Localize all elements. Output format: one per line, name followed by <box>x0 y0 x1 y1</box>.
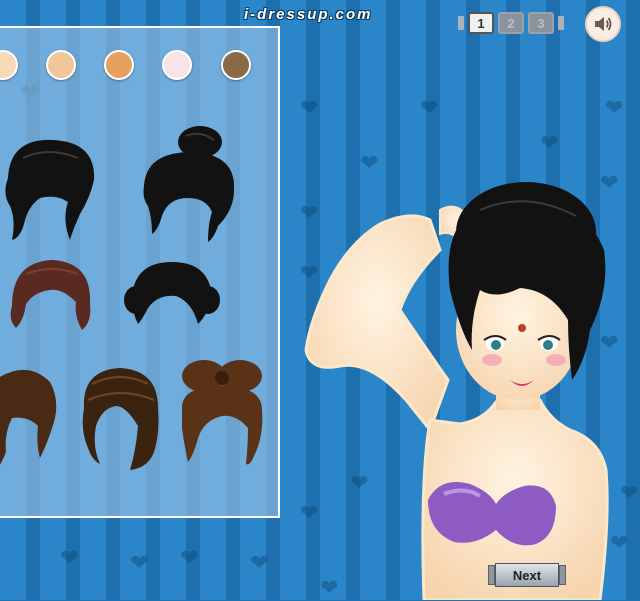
step-2[interactable]: 2 <box>498 12 524 34</box>
step-1[interactable]: 1 <box>468 12 494 34</box>
next-button-left-cap <box>488 565 495 585</box>
site-logo: i-dressup.com <box>244 6 373 23</box>
step-bar-left-cap <box>458 16 464 30</box>
skin-tone-swatch[interactable] <box>46 50 76 80</box>
next-button-label: Next <box>495 563 559 587</box>
skin-tone-swatch[interactable] <box>104 50 134 80</box>
skin-tone-swatch[interactable] <box>162 50 192 80</box>
skin-tone-swatch[interactable] <box>0 50 18 80</box>
sound-toggle-button[interactable] <box>585 6 621 42</box>
step-bar-right-cap <box>558 16 564 30</box>
hairstyle-option[interactable] <box>122 258 222 330</box>
hairstyle-option[interactable] <box>136 124 244 244</box>
hairstyle-option[interactable] <box>6 256 96 336</box>
model-character <box>304 182 609 600</box>
skin-tone-swatch[interactable] <box>221 50 251 80</box>
hairstyle-option[interactable] <box>0 128 103 248</box>
step-indicator: 1 2 3 <box>458 12 564 34</box>
hairstyle-option[interactable] <box>72 364 164 472</box>
speaker-icon <box>595 17 612 31</box>
next-button-right-cap <box>559 565 566 585</box>
wardrobe-panel <box>0 26 280 518</box>
next-button[interactable]: Next <box>488 563 566 587</box>
hairstyle-option[interactable] <box>176 358 268 468</box>
hairstyle-option[interactable] <box>0 360 60 472</box>
step-3[interactable]: 3 <box>528 12 554 34</box>
